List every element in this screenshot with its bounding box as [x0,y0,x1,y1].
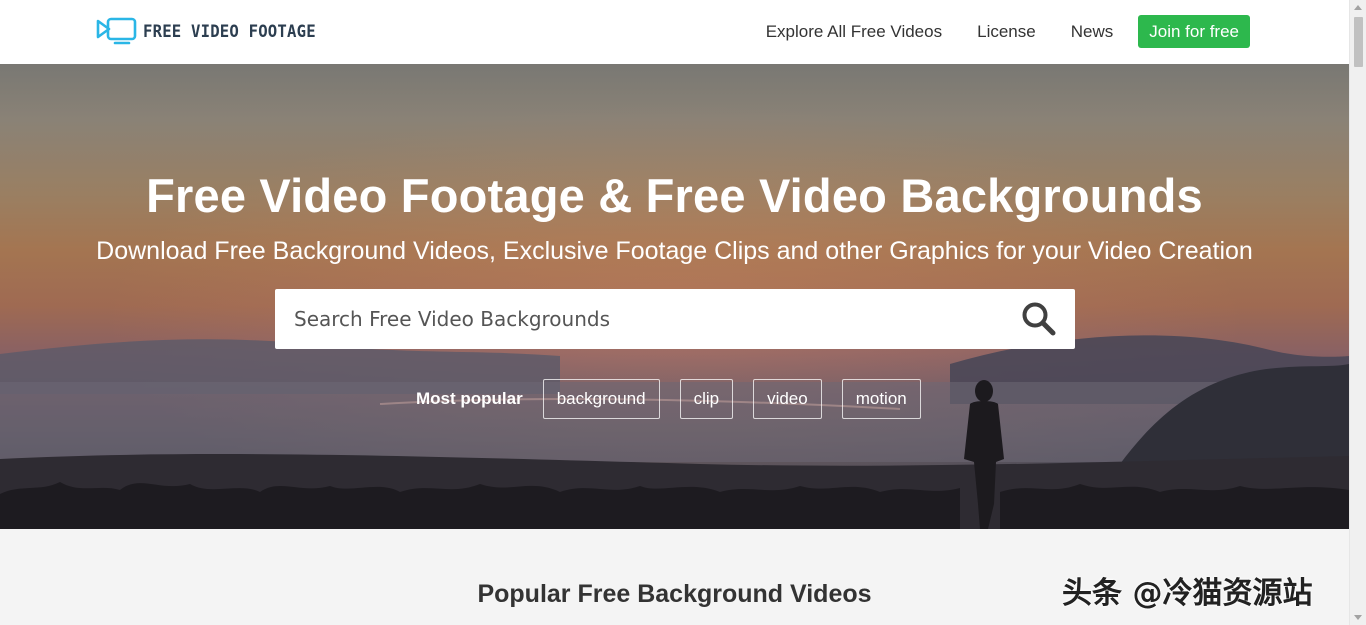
tag-clip[interactable]: clip [679,379,734,419]
search-input[interactable] [275,289,1015,349]
video-camera-icon [96,17,137,45]
search-button[interactable] [1021,301,1057,337]
logo-text: FREE VIDEO FOOTAGE [143,22,316,42]
site-header: FREE VIDEO FOOTAGE Explore All Free Vide… [0,0,1349,64]
page-scrollbar[interactable] [1349,0,1366,625]
hero-title: Free Video Footage & Free Video Backgrou… [146,169,1203,222]
join-button[interactable]: Join for free [1138,15,1250,48]
tag-motion[interactable]: motion [841,379,921,419]
search-icon [1022,302,1056,336]
page: FREE VIDEO FOOTAGE Explore All Free Vide… [0,0,1366,625]
hero-banner: Free Video Footage & Free Video Backgrou… [0,64,1349,529]
main-nav: Explore All Free Videos License News Joi… [731,15,1349,48]
nav-explore-all-free-videos[interactable]: Explore All Free Videos [766,16,942,48]
scroll-up-arrow-icon[interactable] [1354,5,1362,10]
scroll-down-arrow-icon[interactable] [1354,615,1362,620]
popular-tags: Most popular background clip video motio… [416,379,941,419]
nav-license[interactable]: License [977,16,1036,48]
watermark: 头条 @冷猫资源站 [1062,576,1313,611]
nav-news[interactable]: News [1071,16,1114,48]
tag-background[interactable]: background [542,379,660,419]
hero-subtitle: Download Free Background Videos, Exclusi… [96,237,1253,265]
search-box [275,289,1075,349]
site-logo[interactable]: FREE VIDEO FOOTAGE [95,16,331,48]
scroll-thumb[interactable] [1354,17,1363,67]
tag-video[interactable]: video [753,379,822,419]
popular-label: Most popular [416,389,523,408]
